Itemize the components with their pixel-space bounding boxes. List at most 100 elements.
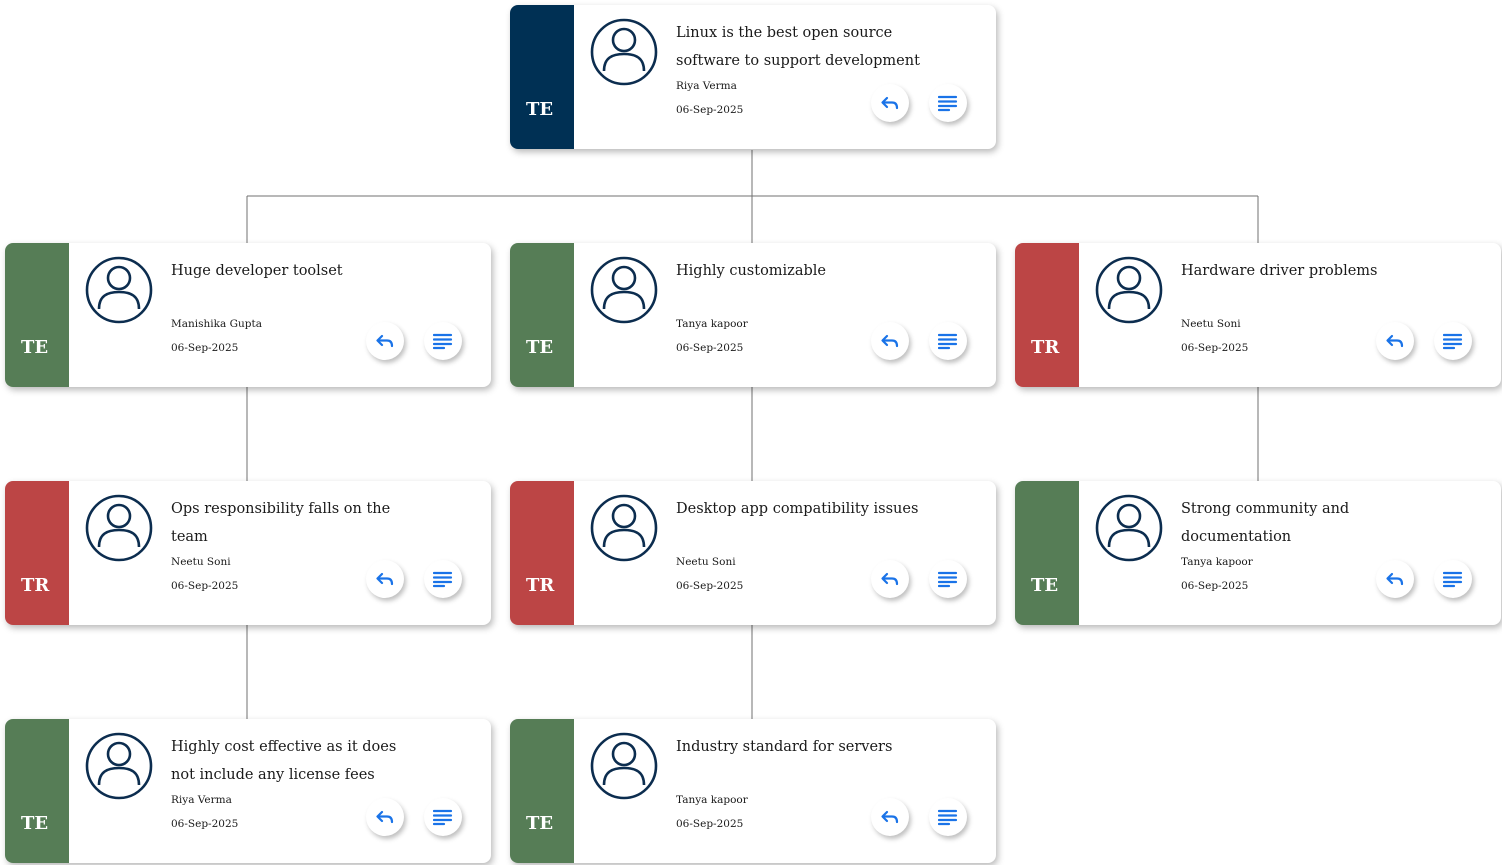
root-notch — [740, 148, 764, 160]
type-code-label: TE — [526, 813, 554, 834]
notes-lines-icon — [938, 95, 958, 112]
node-card[interactable]: TE Industry standard for servers Tanya k… — [510, 719, 996, 863]
notes-lines-icon — [433, 809, 453, 826]
node-date: 06-Sep-2025 — [171, 580, 239, 592]
details-button[interactable] — [1434, 560, 1472, 598]
reply-button[interactable] — [1376, 560, 1414, 598]
node-card-root[interactable]: TE Linux is the best open source softwar… — [510, 5, 996, 149]
node-date: 06-Sep-2025 — [171, 818, 239, 830]
type-stripe — [510, 481, 574, 625]
node-title: Desktop app compatibility issues — [676, 501, 919, 517]
reply-arrow-icon — [881, 572, 899, 586]
type-stripe — [5, 719, 69, 863]
type-stripe — [5, 481, 69, 625]
node-author: Tanya kapoor — [676, 794, 748, 806]
details-button[interactable] — [424, 322, 462, 360]
reply-arrow-icon — [881, 810, 899, 824]
node-title: Strong community and documentation — [1181, 501, 1350, 545]
details-button[interactable] — [424, 560, 462, 598]
user-circle-icon — [85, 256, 153, 324]
type-code-label: TE — [526, 99, 554, 120]
node-card[interactable]: TR Hardware driver problems Neetu Soni 0… — [1015, 243, 1501, 387]
notes-lines-icon — [433, 333, 453, 350]
notes-lines-icon — [1443, 571, 1463, 588]
node-title: Ops responsibility falls on the team — [171, 501, 391, 545]
type-code-label: TR — [1031, 337, 1060, 358]
type-code-label: TR — [526, 575, 555, 596]
user-circle-icon — [590, 256, 658, 324]
type-code-label: TE — [21, 813, 49, 834]
node-title: Hardware driver problems — [1181, 263, 1378, 279]
reply-button[interactable] — [871, 84, 909, 122]
user-circle-icon — [590, 18, 658, 86]
node-card[interactable]: TR Desktop app compatibility issues Neet… — [510, 481, 996, 625]
type-code-label: TR — [21, 575, 50, 596]
node-author: Neetu Soni — [1181, 318, 1241, 330]
reply-button[interactable] — [1376, 322, 1414, 360]
node-date: 06-Sep-2025 — [676, 104, 744, 116]
node-date: 06-Sep-2025 — [1181, 580, 1249, 592]
node-title: Highly cost effective as it does not inc… — [171, 739, 397, 783]
reply-button[interactable] — [366, 560, 404, 598]
node-date: 06-Sep-2025 — [171, 342, 239, 354]
reply-arrow-icon — [376, 572, 394, 586]
type-code-label: TE — [1031, 575, 1059, 596]
user-avatar-icon — [590, 18, 658, 86]
reply-arrow-icon — [376, 810, 394, 824]
user-avatar-icon — [85, 494, 153, 562]
user-avatar-icon — [590, 494, 658, 562]
notes-lines-icon — [433, 571, 453, 588]
user-avatar-icon — [590, 732, 658, 800]
node-card[interactable]: TE Highly customizable Tanya kapoor 06-S… — [510, 243, 996, 387]
node-title: Huge developer toolset — [171, 263, 343, 279]
details-button[interactable] — [929, 84, 967, 122]
details-button[interactable] — [929, 798, 967, 836]
notes-lines-icon — [938, 809, 958, 826]
user-avatar-icon — [1095, 256, 1163, 324]
user-avatar-icon — [590, 256, 658, 324]
user-circle-icon — [1095, 494, 1163, 562]
node-author: Neetu Soni — [676, 556, 736, 568]
details-button[interactable] — [929, 322, 967, 360]
user-circle-icon — [85, 494, 153, 562]
node-title: Linux is the best open source software t… — [676, 25, 920, 69]
node-card[interactable]: TE Highly cost effective as it does not … — [5, 719, 491, 863]
node-date: 06-Sep-2025 — [676, 818, 744, 830]
user-circle-icon — [1095, 256, 1163, 324]
node-title: Industry standard for servers — [676, 739, 893, 755]
node-card[interactable]: TE Strong community and documentation Ta… — [1015, 481, 1501, 625]
details-button[interactable] — [929, 560, 967, 598]
reply-button[interactable] — [871, 560, 909, 598]
user-avatar-icon — [85, 256, 153, 324]
node-author: Neetu Soni — [171, 556, 231, 568]
user-avatar-icon — [1095, 494, 1163, 562]
node-card[interactable]: TR Ops responsibility falls on the team … — [5, 481, 491, 625]
reply-arrow-icon — [1386, 334, 1404, 348]
type-code-label: TE — [21, 337, 49, 358]
node-date: 06-Sep-2025 — [676, 342, 744, 354]
user-circle-icon — [590, 494, 658, 562]
node-card[interactable]: TE Huge developer toolset Manishika Gupt… — [5, 243, 491, 387]
reply-arrow-icon — [881, 334, 899, 348]
details-button[interactable] — [1434, 322, 1472, 360]
notes-lines-icon — [1443, 333, 1463, 350]
type-stripe — [510, 243, 574, 387]
argument-tree-canvas: TE Linux is the best open source softwar… — [0, 0, 1502, 865]
node-author: Tanya kapoor — [676, 318, 748, 330]
node-author: Riya Verma — [676, 80, 737, 92]
reply-button[interactable] — [366, 322, 404, 360]
type-stripe — [510, 719, 574, 863]
type-stripe — [1015, 243, 1079, 387]
reply-button[interactable] — [366, 798, 404, 836]
reply-arrow-icon — [1386, 572, 1404, 586]
reply-arrow-icon — [376, 334, 394, 348]
node-date: 06-Sep-2025 — [1181, 342, 1249, 354]
node-author: Riya Verma — [171, 794, 232, 806]
reply-button[interactable] — [871, 322, 909, 360]
reply-arrow-icon — [881, 96, 899, 110]
type-stripe — [510, 5, 574, 149]
details-button[interactable] — [424, 798, 462, 836]
notes-lines-icon — [938, 571, 958, 588]
reply-button[interactable] — [871, 798, 909, 836]
node-author: Tanya kapoor — [1181, 556, 1253, 568]
